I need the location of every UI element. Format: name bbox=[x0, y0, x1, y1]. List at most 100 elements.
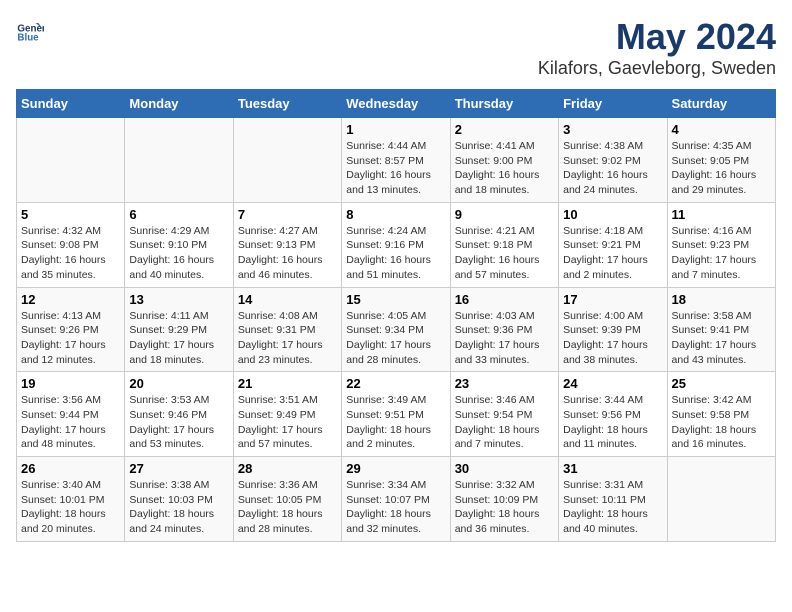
page-header: General Blue May 2024 Kilafors, Gaevlebo… bbox=[16, 16, 776, 79]
table-row: 18Sunrise: 3:58 AM Sunset: 9:41 PM Dayli… bbox=[667, 287, 775, 372]
day-number: 8 bbox=[346, 207, 445, 222]
day-number: 19 bbox=[21, 376, 120, 391]
table-row: 11 Sunrise: 4:16 AM Sunset: 9:23 PM Dayli… bbox=[667, 202, 775, 287]
day-number: 14 bbox=[238, 292, 337, 307]
table-row bbox=[17, 118, 125, 203]
table-row: 31Sunrise: 3:31 AM Sunset: 10:11 PM Dayl… bbox=[559, 457, 667, 542]
day-info: Sunrise: 4:21 AM Sunset: 9:18 PM Dayligh… bbox=[455, 224, 554, 283]
day-info: Sunrise: 4:27 AM Sunset: 9:13 PM Dayligh… bbox=[238, 224, 337, 283]
table-row: 13Sunrise: 4:11 AM Sunset: 9:29 PM Dayli… bbox=[125, 287, 233, 372]
day-info: Sunrise: 4:00 AM Sunset: 9:39 PM Dayligh… bbox=[563, 309, 662, 368]
day-info: Sunrise: 3:34 AM Sunset: 10:07 PM Daylig… bbox=[346, 478, 445, 537]
day-info: Sunrise: 4:03 AM Sunset: 9:36 PM Dayligh… bbox=[455, 309, 554, 368]
table-row: 1 Sunrise: 4:44 AM Sunset: 8:57 PM Daylig… bbox=[342, 118, 450, 203]
day-number: 1 bbox=[346, 122, 445, 137]
table-row: 6Sunrise: 4:29 AM Sunset: 9:10 PM Daylig… bbox=[125, 202, 233, 287]
table-row bbox=[667, 457, 775, 542]
calendar-week-row: 1 Sunrise: 4:44 AM Sunset: 8:57 PM Daylig… bbox=[17, 118, 776, 203]
svg-text:Blue: Blue bbox=[17, 33, 39, 44]
table-row: 10 Sunrise: 4:18 AM Sunset: 9:21 PM Dayli… bbox=[559, 202, 667, 287]
day-info: Sunrise: 4:32 AM Sunset: 9:08 PM Dayligh… bbox=[21, 224, 120, 283]
header-thursday: Thursday bbox=[450, 90, 558, 118]
day-number: 3 bbox=[563, 122, 662, 137]
day-info: Sunrise: 3:51 AM Sunset: 9:49 PM Dayligh… bbox=[238, 393, 337, 452]
day-number: 10 bbox=[563, 207, 662, 222]
day-number: 26 bbox=[21, 461, 120, 476]
header-monday: Monday bbox=[125, 90, 233, 118]
header-tuesday: Tuesday bbox=[233, 90, 341, 118]
table-row: 21 Sunrise: 3:51 AM Sunset: 9:49 PM Dayli… bbox=[233, 372, 341, 457]
day-info: Sunrise: 4:41 AM Sunset: 9:00 PM Dayligh… bbox=[455, 139, 554, 198]
day-info: Sunrise: 4:05 AM Sunset: 9:34 PM Dayligh… bbox=[346, 309, 445, 368]
table-row: 14 Sunrise: 4:08 AM Sunset: 9:31 PM Dayli… bbox=[233, 287, 341, 372]
table-row: 30 Sunrise: 3:32 AM Sunset: 10:09 PM Dayl… bbox=[450, 457, 558, 542]
table-row: 23 Sunrise: 3:46 AM Sunset: 9:54 PM Dayli… bbox=[450, 372, 558, 457]
calendar-title: May 2024 bbox=[538, 16, 776, 58]
day-info: Sunrise: 4:35 AM Sunset: 9:05 PM Dayligh… bbox=[672, 139, 771, 198]
header-wednesday: Wednesday bbox=[342, 90, 450, 118]
day-number: 24 bbox=[563, 376, 662, 391]
table-row: 29 Sunrise: 3:34 AM Sunset: 10:07 PM Dayl… bbox=[342, 457, 450, 542]
day-info: Sunrise: 3:36 AM Sunset: 10:05 PM Daylig… bbox=[238, 478, 337, 537]
header-sunday: Sunday bbox=[17, 90, 125, 118]
table-row bbox=[233, 118, 341, 203]
day-number: 6 bbox=[129, 207, 228, 222]
day-info: Sunrise: 3:58 AM Sunset: 9:41 PM Dayligh… bbox=[672, 309, 771, 368]
day-info: Sunrise: 3:38 AM Sunset: 10:03 PM Daylig… bbox=[129, 478, 228, 537]
day-info: Sunrise: 3:31 AM Sunset: 10:11 PM Daylig… bbox=[563, 478, 662, 537]
table-row bbox=[125, 118, 233, 203]
table-row: 25Sunrise: 3:42 AM Sunset: 9:58 PM Dayli… bbox=[667, 372, 775, 457]
day-number: 7 bbox=[238, 207, 337, 222]
day-number: 27 bbox=[129, 461, 228, 476]
day-info: Sunrise: 3:32 AM Sunset: 10:09 PM Daylig… bbox=[455, 478, 554, 537]
table-row: 4 Sunrise: 4:35 AM Sunset: 9:05 PM Daylig… bbox=[667, 118, 775, 203]
day-number: 12 bbox=[21, 292, 120, 307]
day-number: 22 bbox=[346, 376, 445, 391]
day-number: 30 bbox=[455, 461, 554, 476]
table-row: 8Sunrise: 4:24 AM Sunset: 9:16 PM Daylig… bbox=[342, 202, 450, 287]
table-row: 24Sunrise: 3:44 AM Sunset: 9:56 PM Dayli… bbox=[559, 372, 667, 457]
table-row: 2 Sunrise: 4:41 AM Sunset: 9:00 PM Daylig… bbox=[450, 118, 558, 203]
day-info: Sunrise: 3:53 AM Sunset: 9:46 PM Dayligh… bbox=[129, 393, 228, 452]
day-info: Sunrise: 4:18 AM Sunset: 9:21 PM Dayligh… bbox=[563, 224, 662, 283]
table-row: 17Sunrise: 4:00 AM Sunset: 9:39 PM Dayli… bbox=[559, 287, 667, 372]
day-number: 20 bbox=[129, 376, 228, 391]
table-row: 12Sunrise: 4:13 AM Sunset: 9:26 PM Dayli… bbox=[17, 287, 125, 372]
day-number: 29 bbox=[346, 461, 445, 476]
day-number: 25 bbox=[672, 376, 771, 391]
day-number: 11 bbox=[672, 207, 771, 222]
calendar-subtitle: Kilafors, Gaevleborg, Sweden bbox=[538, 58, 776, 79]
day-number: 28 bbox=[238, 461, 337, 476]
day-info: Sunrise: 3:46 AM Sunset: 9:54 PM Dayligh… bbox=[455, 393, 554, 452]
day-info: Sunrise: 4:08 AM Sunset: 9:31 PM Dayligh… bbox=[238, 309, 337, 368]
day-number: 13 bbox=[129, 292, 228, 307]
table-row: 27 Sunrise: 3:38 AM Sunset: 10:03 PM Dayl… bbox=[125, 457, 233, 542]
day-number: 2 bbox=[455, 122, 554, 137]
table-row: 5Sunrise: 4:32 AM Sunset: 9:08 PM Daylig… bbox=[17, 202, 125, 287]
day-info: Sunrise: 3:49 AM Sunset: 9:51 PM Dayligh… bbox=[346, 393, 445, 452]
calendar-week-row: 19Sunrise: 3:56 AM Sunset: 9:44 PM Dayli… bbox=[17, 372, 776, 457]
table-row: 9 Sunrise: 4:21 AM Sunset: 9:18 PM Daylig… bbox=[450, 202, 558, 287]
table-row: 28 Sunrise: 3:36 AM Sunset: 10:05 PM Dayl… bbox=[233, 457, 341, 542]
calendar-week-row: 5Sunrise: 4:32 AM Sunset: 9:08 PM Daylig… bbox=[17, 202, 776, 287]
day-info: Sunrise: 3:40 AM Sunset: 10:01 PM Daylig… bbox=[21, 478, 120, 537]
calendar-week-row: 12Sunrise: 4:13 AM Sunset: 9:26 PM Dayli… bbox=[17, 287, 776, 372]
title-area: May 2024 Kilafors, Gaevleborg, Sweden bbox=[538, 16, 776, 79]
logo: General Blue bbox=[16, 16, 44, 44]
day-number: 16 bbox=[455, 292, 554, 307]
day-info: Sunrise: 4:16 AM Sunset: 9:23 PM Dayligh… bbox=[672, 224, 771, 283]
day-number: 23 bbox=[455, 376, 554, 391]
table-row: 7 Sunrise: 4:27 AM Sunset: 9:13 PM Daylig… bbox=[233, 202, 341, 287]
table-row: 16 Sunrise: 4:03 AM Sunset: 9:36 PM Dayli… bbox=[450, 287, 558, 372]
day-number: 15 bbox=[346, 292, 445, 307]
day-number: 9 bbox=[455, 207, 554, 222]
day-number: 21 bbox=[238, 376, 337, 391]
logo-icon: General Blue bbox=[16, 16, 44, 44]
calendar-table: Sunday Monday Tuesday Wednesday Thursday… bbox=[16, 89, 776, 542]
calendar-week-row: 26 Sunrise: 3:40 AM Sunset: 10:01 PM Dayl… bbox=[17, 457, 776, 542]
day-info: Sunrise: 4:44 AM Sunset: 8:57 PM Dayligh… bbox=[346, 139, 445, 198]
day-number: 4 bbox=[672, 122, 771, 137]
day-info: Sunrise: 4:38 AM Sunset: 9:02 PM Dayligh… bbox=[563, 139, 662, 198]
table-row: 15 Sunrise: 4:05 AM Sunset: 9:34 PM Dayli… bbox=[342, 287, 450, 372]
table-row: 26 Sunrise: 3:40 AM Sunset: 10:01 PM Dayl… bbox=[17, 457, 125, 542]
